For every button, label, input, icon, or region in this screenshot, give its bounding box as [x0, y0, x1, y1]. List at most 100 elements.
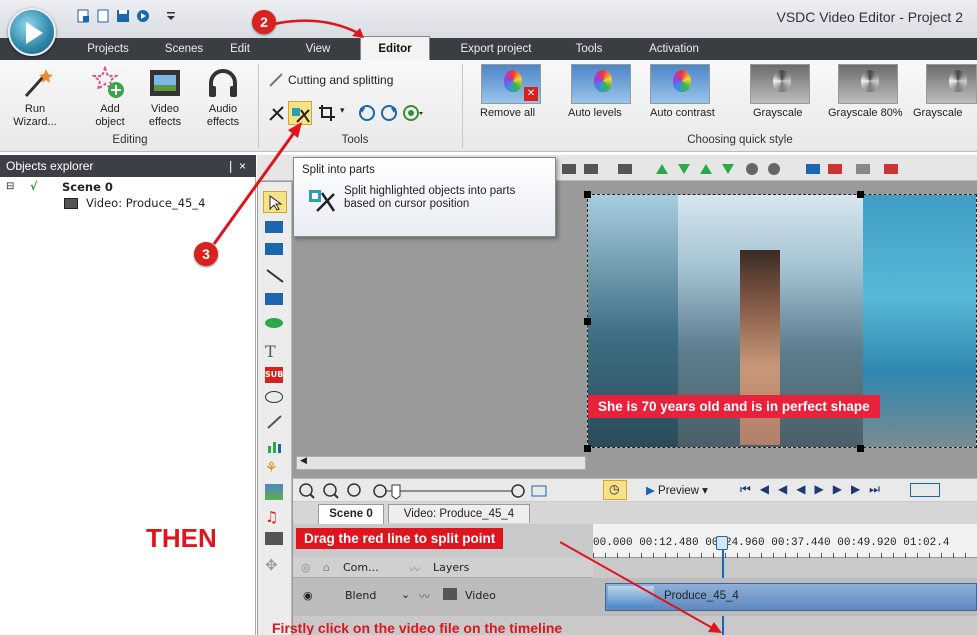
app-menu-button[interactable] — [8, 8, 56, 56]
run-wizard-button[interactable]: Run Wizard... — [6, 103, 64, 129]
tab-edit[interactable]: Edit — [222, 38, 258, 60]
tab-projects[interactable]: Projects — [76, 38, 140, 60]
crop-dropdown-arrow[interactable]: ▾ — [340, 106, 345, 116]
callout-tool-icon[interactable] — [265, 391, 283, 403]
audio-tool-icon[interactable]: ♫ — [265, 508, 285, 526]
remove-x-icon: ✕ — [524, 87, 538, 101]
tools-group-label: Tools — [341, 134, 369, 146]
layers-header: ◎ ⌂ Com... 〰 Layers — [293, 558, 593, 578]
save-icon[interactable] — [116, 9, 131, 23]
timeline-tab-scene[interactable]: Scene 0 — [318, 504, 384, 524]
audio-wave-icon: 〰 — [419, 590, 430, 603]
balloon-icon — [861, 70, 879, 92]
style-label: Grayscale 80% — [828, 107, 903, 119]
track-type-label: Video — [465, 589, 496, 602]
preview-button[interactable]: ▶ Preview ▾ — [646, 483, 708, 497]
track-visibility-icon[interactable]: ◉ — [303, 589, 313, 602]
pen-tool-icon[interactable] — [265, 414, 285, 430]
click-hint-text: Firstly click on the video file on the t… — [272, 620, 563, 635]
chart-tool-icon[interactable] — [265, 438, 285, 454]
video-effects-icon[interactable] — [148, 66, 182, 100]
tab-export-project[interactable]: Export project — [444, 38, 548, 60]
scroll-left-icon[interactable]: ◀ — [300, 456, 307, 466]
balloon-icon — [673, 70, 691, 92]
tab-activation[interactable]: Activation — [636, 38, 712, 60]
timeline-tab-video[interactable]: Video: Produce_45_4 — [388, 504, 530, 523]
resize-handle[interactable] — [857, 445, 864, 452]
style-label: Grayscale — [753, 107, 803, 119]
headphones-icon[interactable] — [206, 66, 240, 100]
open-project-icon[interactable] — [96, 9, 111, 23]
annotation-arrow-drag — [560, 541, 722, 633]
image-tool-icon[interactable] — [265, 484, 283, 500]
eye-icon[interactable]: ◎ — [301, 561, 311, 574]
balloon-icon — [504, 70, 522, 92]
resize-handle[interactable] — [584, 191, 591, 198]
style-auto-contrast[interactable] — [650, 64, 710, 104]
resize-handle[interactable] — [584, 318, 591, 325]
preview-caption: She is 70 years old and is in perfect sh… — [588, 395, 880, 418]
ellipse-tool-icon[interactable] — [265, 318, 283, 328]
tree-collapse-icon[interactable]: ⊟ — [6, 181, 14, 192]
balloon-icon — [773, 70, 791, 92]
customize-toolbar-icon[interactable] — [164, 9, 179, 23]
style-remove-all[interactable]: ✕ — [481, 64, 541, 104]
tab-scenes[interactable]: Scenes — [156, 38, 212, 60]
text-tool-icon[interactable]: T — [265, 342, 285, 361]
magic-wand-icon[interactable] — [20, 66, 54, 100]
waveform-icon: 〰 — [409, 563, 420, 576]
zoom-controls-icon[interactable] — [296, 482, 596, 500]
tab-tools[interactable]: Tools — [566, 38, 612, 60]
snap-toggle-button[interactable]: ◷ — [603, 480, 627, 500]
play-logo-icon — [26, 22, 43, 44]
play-icon: ▶ — [646, 485, 659, 497]
marker-icon[interactable] — [910, 483, 940, 497]
line-tool-icon[interactable] — [265, 268, 285, 284]
horizontal-scrollbar[interactable]: ◀ — [296, 456, 586, 470]
video-file-icon — [64, 198, 78, 209]
lock-icon[interactable]: ⌂ — [323, 561, 330, 574]
move-tool-icon[interactable]: ✥ — [265, 556, 285, 574]
tree-scene-item[interactable]: Scene 0 — [62, 180, 113, 194]
transport-controls[interactable]: ⏮◀◀◀▶▶▶⏭ — [740, 482, 889, 497]
add-object-button[interactable]: Add object — [80, 103, 140, 129]
add-object-icon[interactable] — [92, 66, 126, 100]
subtitle-tool-icon[interactable]: SUB — [265, 367, 283, 383]
cutting-icon — [269, 73, 283, 87]
quick-style-group-label: Choosing quick style — [687, 134, 793, 146]
blend-dropdown-icon[interactable]: ⌄ — [401, 588, 410, 601]
split-tooltip: Split into parts Split highlighted objec… — [293, 157, 556, 237]
style-grayscale[interactable] — [750, 64, 810, 104]
resize-handle[interactable] — [857, 191, 864, 198]
new-project-icon[interactable] — [76, 9, 91, 23]
play-icon[interactable] — [136, 9, 151, 23]
balloon-icon — [594, 70, 612, 92]
video-tool-icon[interactable] — [265, 532, 283, 545]
blend-mode[interactable]: Blend — [345, 589, 376, 602]
then-label: THEN — [146, 523, 217, 553]
style-label: Auto levels — [568, 107, 622, 119]
tree-video-item[interactable]: Video: Produce_45_4 — [86, 196, 205, 210]
stabilize-icon[interactable] — [402, 104, 424, 122]
clock-icon: ◷ — [609, 482, 620, 496]
style-grayscale-2[interactable] — [926, 64, 977, 104]
animation-tool-icon[interactable]: ⚘ — [265, 460, 285, 476]
rotate-left-icon[interactable] — [358, 104, 376, 122]
style-label: Grayscale — [913, 107, 963, 119]
style-grayscale-80[interactable] — [838, 64, 898, 104]
annotation-arrow-2 — [273, 19, 364, 38]
cutting-and-splitting-button[interactable]: Cutting and splitting — [288, 74, 393, 87]
style-auto-levels[interactable] — [571, 64, 631, 104]
scene-icon: √ — [30, 180, 38, 193]
video-preview[interactable]: She is 70 years old and is in perfect sh… — [587, 194, 977, 448]
composition-header: Com... — [343, 561, 379, 574]
rect-fill-tool-icon[interactable] — [265, 293, 283, 305]
rotate-right-icon[interactable] — [380, 104, 398, 122]
crop-icon[interactable] — [318, 104, 338, 122]
resize-handle[interactable] — [584, 445, 591, 452]
objects-explorer-title: Objects explorer — [6, 159, 94, 173]
arrange-tools-icon[interactable] — [556, 160, 976, 178]
video-effects-button[interactable]: Video effects — [136, 103, 194, 129]
window-title: VSDC Video Editor - Project 2 — [776, 9, 964, 25]
preview-label: Preview — [658, 485, 699, 497]
